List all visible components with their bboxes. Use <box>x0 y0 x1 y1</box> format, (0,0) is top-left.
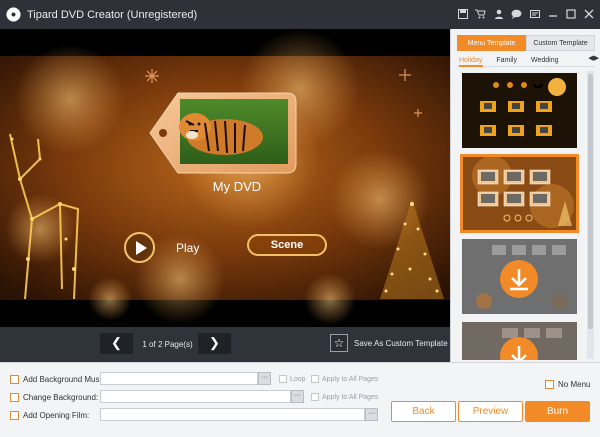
menu-title[interactable]: My DVD <box>187 179 287 194</box>
background-music-field[interactable] <box>100 372 258 385</box>
previous-page-button[interactable]: ❮ <box>100 333 133 354</box>
change-background-checkbox[interactable] <box>10 392 19 402</box>
tab-menu-template[interactable]: Menu Template <box>457 35 526 51</box>
background-music-checkbox[interactable] <box>10 374 19 384</box>
feedback-icon[interactable] <box>529 8 540 19</box>
star-icon: ☆ <box>330 334 348 352</box>
opening-film-checkbox[interactable] <box>10 410 19 420</box>
background-music-browse-button[interactable]: ··· <box>258 372 271 385</box>
template-thumbnail-selected[interactable] <box>460 154 579 233</box>
preview-button[interactable]: Preview <box>458 401 523 422</box>
apply-all-background-checkbox[interactable] <box>311 393 319 401</box>
category-family[interactable]: Family <box>496 57 517 64</box>
tab-custom-template[interactable]: Custom Template <box>526 35 595 51</box>
page-indicator: 1 of 2 Page(s) <box>142 340 193 349</box>
loop-label: Loop <box>290 375 306 383</box>
category-underline <box>457 65 595 67</box>
app-title: Tipard DVD Creator (Unregistered) <box>27 8 198 21</box>
opening-film-field[interactable] <box>100 408 365 421</box>
account-icon[interactable] <box>493 8 504 19</box>
template-thumbnail[interactable] <box>462 73 577 148</box>
template-thumbnail[interactable] <box>462 322 577 360</box>
close-icon[interactable] <box>583 8 594 19</box>
no-menu-option[interactable]: No Menu <box>545 380 590 389</box>
back-button[interactable]: Back <box>391 401 456 422</box>
page-navigation-bar: ❮ 1 of 2 Page(s) ❯ ☆ Save As Custom Temp… <box>0 327 450 362</box>
change-background-browse-button[interactable]: ··· <box>291 390 304 403</box>
apply-all-music-option[interactable]: Apply to All Pages <box>311 375 378 383</box>
maximize-icon[interactable] <box>565 8 576 19</box>
app-window: Tipard DVD Creator (Unregistered) My DVD… <box>0 0 600 437</box>
change-background-label: Change Background: <box>23 392 99 402</box>
loop-option[interactable]: Loop <box>279 375 306 383</box>
template-thumbnail[interactable] <box>462 239 577 314</box>
apply-all-music-checkbox[interactable] <box>311 375 319 383</box>
chevron-left-icon: ❮ <box>111 335 122 350</box>
apply-all-music-label: Apply to All Pages <box>322 375 379 383</box>
template-list <box>451 69 581 360</box>
menu-preview: My DVD Play Scene <box>0 29 450 327</box>
background-music-option: Add Background Music: <box>10 372 108 386</box>
save-as-custom-template-button[interactable]: ☆ Save As Custom Template <box>330 334 448 352</box>
background-music-label: Add Background Music: <box>23 374 108 384</box>
scene-button[interactable]: Scene <box>247 234 327 256</box>
cart-icon[interactable] <box>475 8 486 19</box>
preview-background <box>0 29 450 327</box>
play-icon <box>135 240 147 255</box>
opening-film-browse-button[interactable]: ··· <box>365 408 378 421</box>
app-logo-icon <box>6 7 21 22</box>
category-scroll-arrows-icon[interactable]: ◀▶ <box>588 54 599 62</box>
next-page-button[interactable]: ❯ <box>198 333 231 354</box>
save-icon[interactable] <box>457 8 468 19</box>
opening-film-label: Add Opening Film: <box>23 410 90 420</box>
save-template-label: Save As Custom Template <box>354 338 448 348</box>
chat-icon[interactable] <box>511 8 522 19</box>
change-background-field[interactable] <box>100 390 291 403</box>
template-scrollbar[interactable] <box>587 71 594 359</box>
chevron-right-icon: ❯ <box>209 335 220 350</box>
change-background-option: Change Background: <box>10 390 98 404</box>
no-menu-label: No Menu <box>558 380 591 389</box>
loop-checkbox[interactable] <box>279 375 287 383</box>
title-bar-icons <box>457 8 594 19</box>
category-holiday[interactable]: Holiday <box>459 57 482 64</box>
title-bar: Tipard DVD Creator (Unregistered) <box>0 0 600 29</box>
options-panel: Add Background Music: ··· Loop Apply to … <box>0 362 600 437</box>
apply-all-background-label: Apply to All Pages <box>322 393 379 401</box>
burn-button[interactable]: Burn <box>525 401 590 422</box>
category-wedding[interactable]: Wedding <box>531 57 559 64</box>
apply-all-background-option[interactable]: Apply to All Pages <box>311 393 378 401</box>
play-label[interactable]: Play <box>176 241 199 255</box>
play-button[interactable] <box>124 232 155 263</box>
no-menu-checkbox[interactable] <box>545 380 554 389</box>
template-panel: Menu Template Custom Template Holiday Fa… <box>450 29 600 362</box>
scrollbar-thumb[interactable] <box>588 74 593 329</box>
opening-film-option: Add Opening Film: <box>10 408 89 422</box>
template-tabs: Menu Template Custom Template <box>457 35 595 51</box>
minimize-icon[interactable] <box>547 8 558 19</box>
